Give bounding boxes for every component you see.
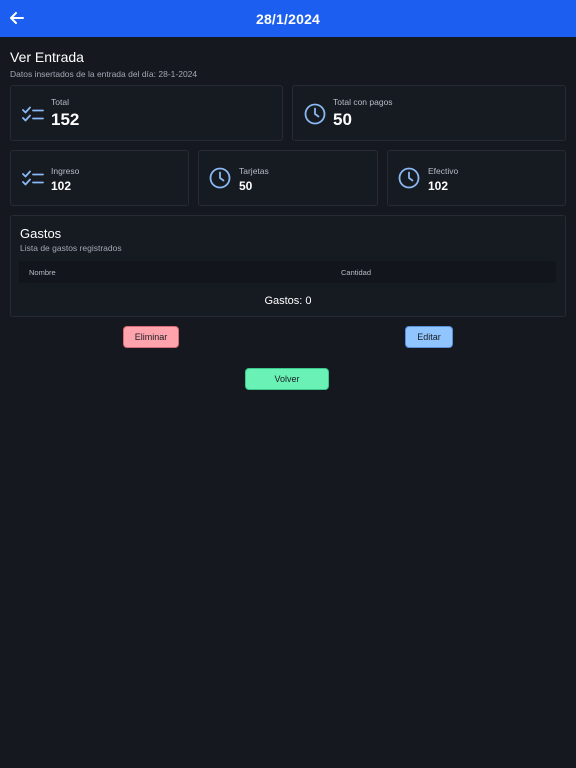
stat-label: Total	[51, 97, 69, 107]
stat-label: Efectivo	[428, 166, 459, 176]
stat-card-ingreso: Ingreso 102	[10, 150, 189, 206]
column-header-cantidad: Cantidad	[341, 268, 372, 277]
arrow-left-icon	[10, 12, 24, 24]
stat-value: 50	[239, 179, 253, 193]
volver-button[interactable]: Volver	[245, 368, 329, 390]
stat-card-tarjetas: Tarjetas 50	[198, 150, 378, 206]
gastos-card: Gastos Lista de gastos registrados Nombr…	[10, 215, 566, 317]
page-subtitle: Datos insertados de la entrada del día: …	[10, 69, 198, 79]
stat-card-total-con-pagos: Total con pagos 50	[292, 85, 566, 141]
stat-label: Ingreso	[51, 166, 80, 176]
editar-button[interactable]: Editar	[405, 326, 453, 348]
stat-value: 152	[51, 110, 80, 129]
app-bar: 28/1/2024	[0, 0, 576, 37]
stat-value: 102	[51, 179, 72, 193]
eliminar-button[interactable]: Eliminar	[123, 326, 179, 348]
stat-value: 102	[428, 179, 449, 193]
gastos-count: Gastos: 0	[264, 295, 312, 307]
clock-icon	[209, 167, 231, 189]
stat-value: 50	[333, 110, 352, 129]
page-title: Ver Entrada	[10, 49, 84, 65]
clock-icon	[304, 103, 326, 125]
gastos-subtitle: Lista de gastos registrados	[20, 243, 122, 253]
gastos-title: Gastos	[20, 226, 62, 241]
page-header: Ver Entrada Datos insertados de la entra…	[10, 49, 197, 79]
column-header-nombre: Nombre	[29, 268, 56, 277]
clock-icon	[398, 167, 420, 189]
stat-label: Tarjetas	[239, 166, 269, 176]
checklist-icon	[22, 106, 44, 122]
stat-card-total: Total 152	[10, 85, 283, 141]
stat-card-efectivo: Efectivo 102	[387, 150, 566, 206]
stat-label: Total con pagos	[333, 97, 393, 107]
checklist-icon	[22, 170, 44, 186]
app-bar-title: 28/1/2024	[255, 10, 321, 27]
gastos-table-header: Nombre Cantidad	[19, 261, 556, 283]
back-button[interactable]	[8, 9, 26, 27]
